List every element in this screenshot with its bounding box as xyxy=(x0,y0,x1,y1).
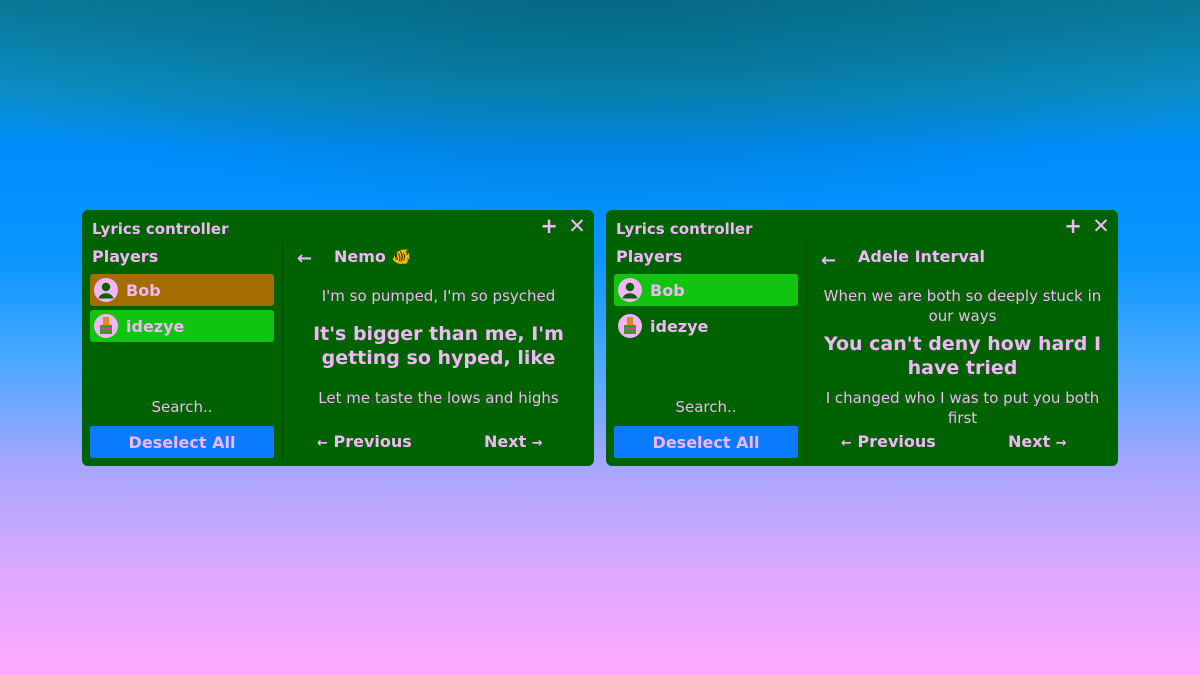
search-input[interactable] xyxy=(90,395,274,419)
previous-lyric-line: I'm so pumped, I'm so psyched xyxy=(321,287,556,305)
player-item-bob[interactable]: Bob xyxy=(90,274,274,306)
previous-label: Previous xyxy=(857,432,936,451)
arrow-left-icon[interactable]: ← xyxy=(821,250,836,271)
plus-icon[interactable]: + xyxy=(1063,215,1083,237)
custom-avatar-icon xyxy=(94,314,118,338)
next-label: Next xyxy=(1008,432,1051,451)
player-name: idezye xyxy=(126,316,185,336)
close-icon[interactable]: ✕ xyxy=(567,215,587,237)
arrow-right-icon: → xyxy=(531,436,543,451)
player-name: idezye xyxy=(650,316,709,336)
arrow-left-icon: ← xyxy=(317,436,328,451)
custom-avatar-icon xyxy=(618,314,642,338)
previous-lyric-line: When we are both so deeply stuck in our … xyxy=(823,287,1102,325)
players-heading: Players xyxy=(616,247,683,266)
plus-icon[interactable]: + xyxy=(539,215,559,237)
player-item-bob[interactable]: Bob xyxy=(614,274,798,306)
player-item-idezye[interactable]: idezye xyxy=(90,310,274,342)
current-lyric-line: You can't deny how hard I have tried xyxy=(823,333,1102,379)
song-title: Adele Interval xyxy=(858,247,986,266)
next-lyric-line: Let me taste the lows and highs xyxy=(318,389,559,407)
arrow-left-icon[interactable]: ← xyxy=(297,248,312,269)
players-panel: Players Bob idezye Deselect All xyxy=(606,242,806,466)
lyrics-panel: ← Adele Interval When we are both so dee… xyxy=(807,242,1118,466)
window-title: Lyrics controller xyxy=(616,220,753,238)
arrow-left-icon: ← xyxy=(841,436,852,451)
players-heading: Players xyxy=(92,247,159,266)
previous-button[interactable]: ← Previous xyxy=(841,432,936,451)
search-input[interactable] xyxy=(614,395,798,419)
deselect-all-button[interactable]: Deselect All xyxy=(614,426,798,458)
player-item-idezye[interactable]: idezye xyxy=(614,310,798,342)
default-user-avatar-icon xyxy=(94,278,118,302)
next-lyric-line: I changed who I was to put you both firs… xyxy=(825,389,1100,427)
player-name: Bob xyxy=(126,280,161,300)
window-title: Lyrics controller xyxy=(92,220,229,238)
next-button[interactable]: Next → xyxy=(484,432,543,451)
player-name: Bob xyxy=(650,280,685,300)
default-user-avatar-icon xyxy=(618,278,642,302)
previous-label: Previous xyxy=(333,432,412,451)
players-panel: Players Bob idezye Deselect All xyxy=(82,242,282,466)
arrow-right-icon: → xyxy=(1055,436,1067,451)
song-title: Nemo 🐠 xyxy=(334,247,412,266)
close-icon[interactable]: ✕ xyxy=(1091,215,1111,237)
current-lyric-line: It's bigger than me, I'm getting so hype… xyxy=(313,323,564,369)
next-label: Next xyxy=(484,432,527,451)
previous-button[interactable]: ← Previous xyxy=(317,432,412,451)
lyrics-controller-window: Lyrics controller + ✕ Players Bob idezye… xyxy=(606,210,1118,466)
lyrics-controller-window: Lyrics controller + ✕ Players Bob idezye… xyxy=(82,210,594,466)
lyrics-panel: ← Nemo 🐠 I'm so pumped, I'm so psyched I… xyxy=(283,242,594,466)
deselect-all-button[interactable]: Deselect All xyxy=(90,426,274,458)
next-button[interactable]: Next → xyxy=(1008,432,1067,451)
